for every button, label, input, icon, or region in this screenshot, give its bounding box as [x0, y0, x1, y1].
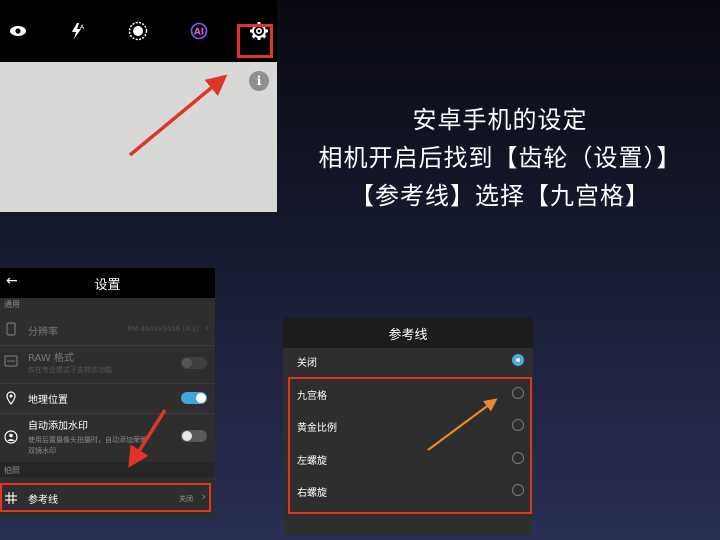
- arrow-to-gear: [128, 74, 228, 157]
- arrow-to-guide-lines: [128, 409, 167, 468]
- arrow-to-grid-option: [427, 398, 498, 451]
- annotation-arrows: [128, 74, 498, 468]
